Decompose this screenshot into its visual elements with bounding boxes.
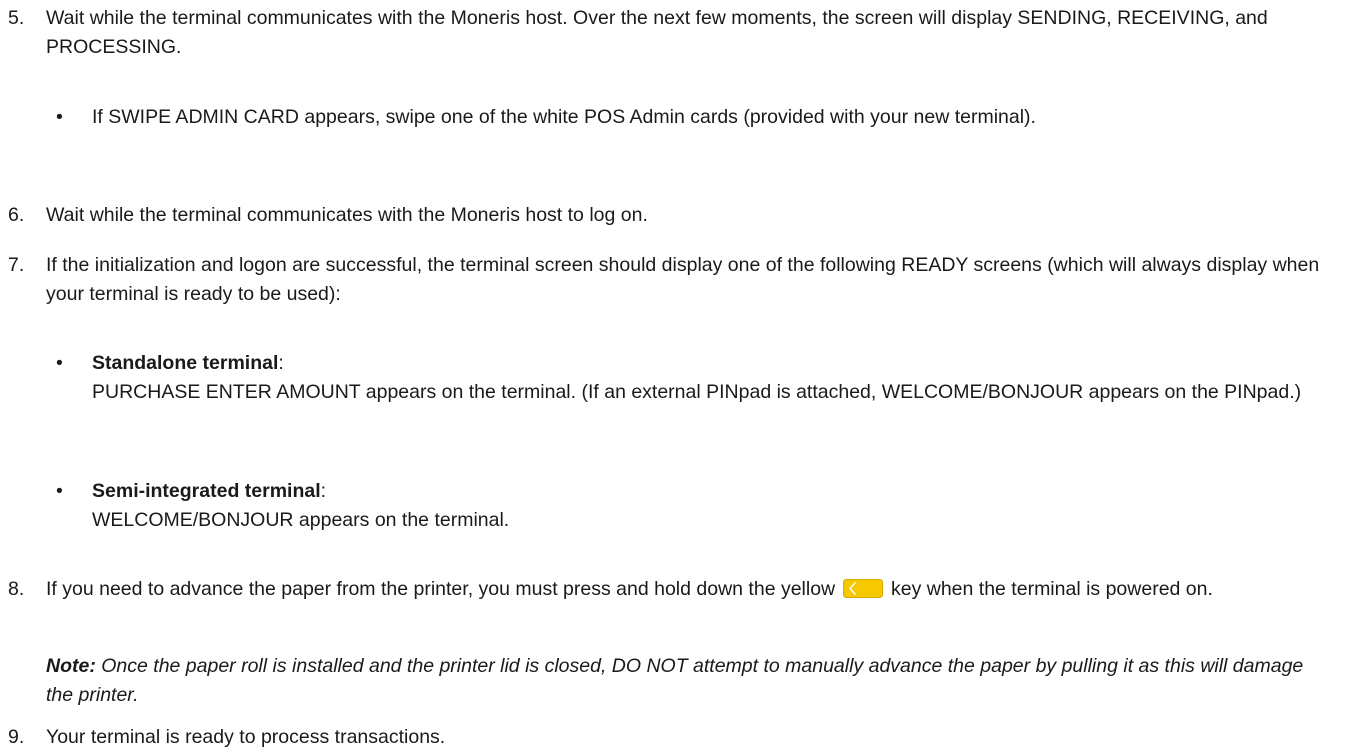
step-number: 5. — [8, 7, 25, 29]
step-7-bullet-standalone: • Standalone terminal: PURCHASE ENTER AM… — [0, 349, 1348, 407]
step-number: 7. — [8, 254, 25, 276]
bullet-text: WELCOME/BONJOUR appears on the terminal. — [92, 509, 510, 531]
step-9: 9. Your terminal is ready to process tra… — [0, 723, 1348, 752]
step-number: 8. — [8, 578, 25, 600]
note-label: Note: — [46, 655, 96, 677]
step-5: 5. Wait while the terminal communicates … — [0, 4, 1348, 62]
step-5-bullet: • If SWIPE ADMIN CARD appears, swipe one… — [0, 103, 1348, 132]
step-number: 6. — [8, 204, 25, 226]
step-8: 8. If you need to advance the paper from… — [0, 575, 1348, 604]
bullet-marker: • — [56, 480, 63, 502]
bullet-text: PURCHASE ENTER AMOUNT appears on the ter… — [92, 381, 1302, 403]
step-text-after: key when the terminal is powered on. — [890, 578, 1213, 600]
step-7: 7. If the initialization and logon are s… — [0, 251, 1348, 309]
yellow-back-key-icon — [842, 579, 883, 598]
note-text: Once the paper roll is installed and the… — [46, 655, 1304, 706]
bullet-title-colon: : — [320, 480, 327, 502]
step-text: Your terminal is ready to process transa… — [46, 726, 446, 748]
bullet-marker: • — [56, 352, 63, 374]
step-7-bullet-semi-integrated: • Semi-integrated terminal: WELCOME/BONJ… — [0, 477, 1348, 535]
bullet-marker: • — [56, 106, 63, 128]
step-text: Wait while the terminal communicates wit… — [46, 204, 648, 226]
bullet-title: Standalone terminal — [92, 352, 279, 374]
step-text: If the initialization and logon are succ… — [46, 254, 1320, 305]
note: Note: Once the paper roll is installed a… — [0, 652, 1348, 710]
step-text: Wait while the terminal communicates wit… — [46, 7, 1268, 58]
step-6: 6. Wait while the terminal communicates … — [0, 201, 1348, 230]
step-number: 9. — [8, 726, 25, 748]
step-text-before: If you need to advance the paper from th… — [46, 578, 836, 600]
bullet-text: If SWIPE ADMIN CARD appears, swipe one o… — [92, 106, 1036, 128]
bullet-title-colon: : — [278, 352, 284, 374]
bullet-title: Semi-integrated terminal — [92, 480, 321, 502]
